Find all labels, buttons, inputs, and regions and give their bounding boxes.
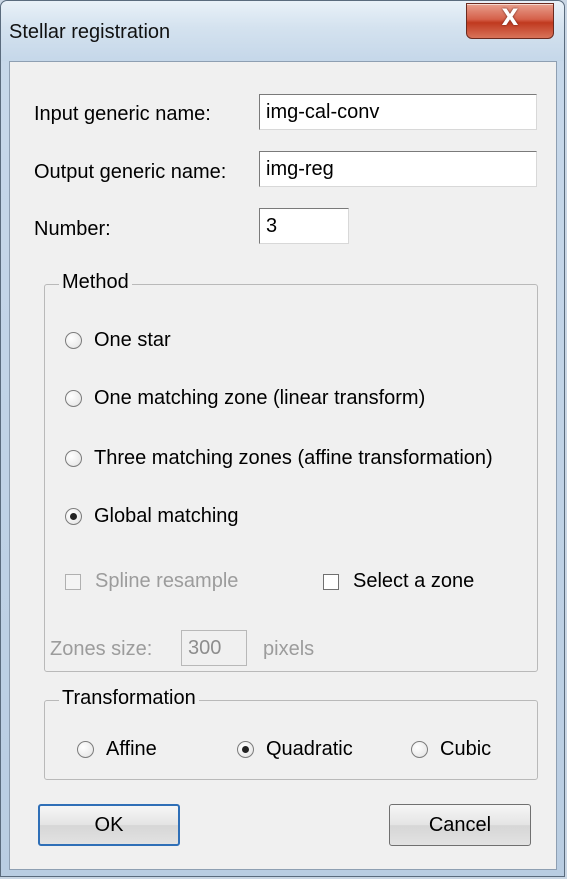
radio-quadratic-label: Quadratic [266,738,353,760]
output-generic-name-field[interactable] [259,151,537,187]
cancel-button[interactable]: Cancel [389,804,531,846]
dialog-window: Stellar registration X Input generic nam… [0,0,565,877]
checkbox-icon [65,573,81,590]
title-bar[interactable]: Stellar registration X [1,1,564,61]
radio-button-checked-icon [65,508,82,525]
input-generic-name-label: Input generic name: [34,103,211,125]
radio-button-icon [411,741,428,758]
checkbox-icon [323,573,339,590]
transformation-group: Transformation Affine Quadratic Cubic [44,687,538,780]
zones-size-unit: pixels [263,638,315,660]
radio-button-checked-icon [237,741,254,758]
radio-button-icon [65,390,82,407]
radio-one-star-label: One star [94,329,171,351]
zones-size-field[interactable] [181,630,247,666]
number-label: Number: [34,218,111,240]
window-title: Stellar registration [9,21,171,43]
method-group: Method One star One matching zone (linea… [44,271,538,672]
radio-global-matching-label: Global matching [94,505,239,527]
close-button[interactable]: X [466,3,554,39]
radio-one-matching-zone-label: One matching zone (linear transform) [94,387,426,409]
input-generic-name-field[interactable] [259,94,537,130]
number-field[interactable] [259,208,349,244]
select-zone-checkbox[interactable]: Select a zone [323,570,474,593]
radio-button-icon [65,450,82,467]
radio-global-matching[interactable]: Global matching [65,505,239,528]
radio-one-matching-zone[interactable]: One matching zone (linear transform) [65,387,425,410]
radio-cubic[interactable]: Cubic [411,738,491,761]
radio-affine[interactable]: Affine [77,738,157,761]
radio-one-star[interactable]: One star [65,329,171,352]
output-generic-name-label: Output generic name: [34,161,227,183]
radio-three-matching-zones[interactable]: Three matching zones (affine transformat… [65,447,493,470]
radio-three-matching-zones-label: Three matching zones (affine transformat… [94,447,493,469]
select-zone-label: Select a zone [353,570,475,592]
close-x-icon: X [501,6,519,31]
radio-cubic-label: Cubic [440,738,492,760]
dialog-body: Input generic name: Output generic name:… [9,61,557,870]
spline-resample-label: Spline resample [95,570,239,592]
radio-quadratic[interactable]: Quadratic [237,738,353,761]
transformation-group-legend: Transformation [59,687,199,710]
zones-size-label: Zones size: [50,638,153,660]
ok-button[interactable]: OK [38,804,180,846]
radio-button-icon [65,332,82,349]
radio-button-icon [77,741,94,758]
radio-affine-label: Affine [106,738,157,760]
spline-resample-checkbox[interactable]: Spline resample [65,570,238,593]
method-group-legend: Method [59,271,132,294]
